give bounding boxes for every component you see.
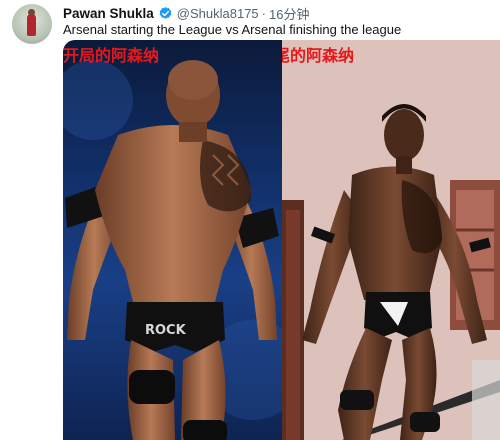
author-name[interactable]: Pawan Shukla — [63, 6, 154, 21]
left-caption: 开局的阿森纳 — [63, 46, 160, 65]
right-caption: 结尾的阿森纳 — [282, 46, 355, 65]
avatar[interactable] — [12, 4, 52, 44]
tweet-post[interactable]: Pawan Shukla @Shukla8175 · 16分钟 Arsenal … — [0, 0, 500, 440]
tweet-text: Arsenal starting the League vs Arsenal f… — [63, 22, 402, 37]
author-handle[interactable]: @Shukla8175 — [177, 6, 259, 21]
media-right-photo: 结尾的阿森纳 — [282, 40, 500, 440]
post-timestamp[interactable]: 16分钟 — [269, 4, 309, 23]
separator-dot: · — [261, 5, 267, 21]
right-photo-art — [282, 40, 500, 440]
tweet-header: Pawan Shukla @Shukla8175 · 16分钟 — [63, 4, 309, 22]
tweet-media[interactable]: ROCK 开局的阿森纳 尾的阿森纳 — [63, 40, 500, 440]
media-left-photo: ROCK 开局的阿森纳 — [63, 40, 282, 440]
avatar-figure — [27, 14, 36, 36]
verified-badge-icon — [159, 6, 172, 19]
left-photo-art: ROCK — [63, 60, 282, 440]
trunks-logo-text: ROCK — [145, 323, 187, 338]
